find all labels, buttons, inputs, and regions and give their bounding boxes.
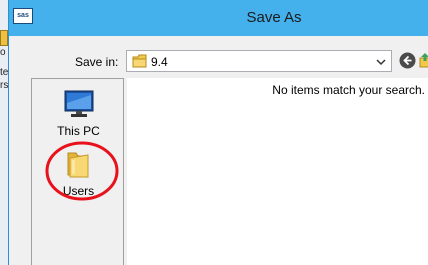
up-folder-icon[interactable] xyxy=(419,52,428,74)
background-folder-icon xyxy=(0,30,8,46)
save-in-label: Save in: xyxy=(75,55,119,69)
empty-message: No items match your search. xyxy=(272,83,425,97)
title-bar[interactable]: sas Save As xyxy=(9,0,428,36)
folder-icon xyxy=(132,54,147,73)
save-in-dropdown[interactable]: 9.4 xyxy=(126,50,392,72)
save-as-dialog: sas Save As Save in: 9.4 This PC Users N… xyxy=(8,0,428,265)
dialog-title: Save As xyxy=(246,9,302,26)
place-label: This PC xyxy=(57,124,100,138)
background-text: o xyxy=(0,47,6,58)
computer-icon xyxy=(62,90,96,123)
file-list[interactable]: No items match your search. xyxy=(127,78,428,265)
chevron-down-icon[interactable] xyxy=(375,55,387,73)
red-circle-annotation xyxy=(45,141,119,201)
place-this-pc[interactable]: This PC xyxy=(32,89,125,138)
save-in-value: 9.4 xyxy=(151,55,168,69)
back-arrow-icon[interactable] xyxy=(399,52,416,74)
